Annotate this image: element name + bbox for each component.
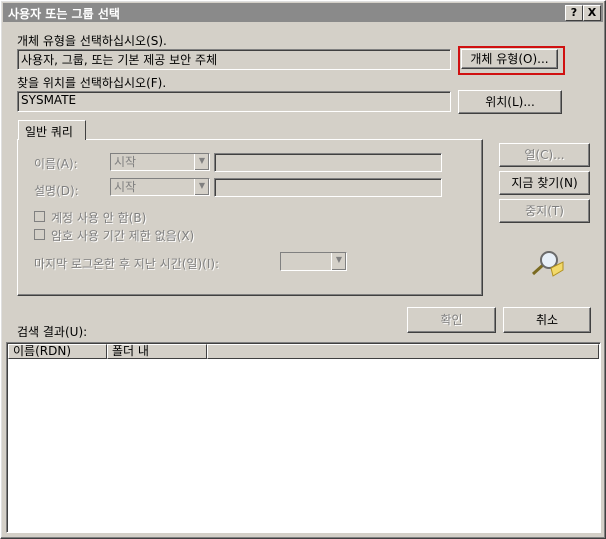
title-bar[interactable]: 사용자 또는 그룹 선택 ? X [3, 3, 603, 22]
magnifier-handle [531, 263, 545, 276]
name-input[interactable] [214, 153, 442, 172]
days-since-logon-combo[interactable]: ▼ [280, 252, 347, 271]
chevron-down-icon: ▼ [194, 179, 209, 195]
location-label: 찾을 위치를 선택하십시오(F). [17, 76, 167, 90]
name-label: 이름(A): [34, 157, 78, 171]
column-header-filler [207, 344, 599, 359]
window-title: 사용자 또는 그룹 선택 [8, 7, 120, 21]
ok-button[interactable]: 확인 [407, 307, 496, 333]
days-since-logon-label: 마지막 로그온한 후 지난 시간(일)(I): [34, 257, 220, 271]
search-results-list[interactable]: 이름(RDN) 폴더 내 [6, 342, 601, 533]
column-header-name[interactable]: 이름(RDN) [8, 344, 107, 359]
location-field: SYSMATE [17, 91, 451, 112]
non-expiring-password-checkbox[interactable] [34, 229, 45, 240]
description-input[interactable] [214, 178, 442, 197]
magnifier-lens [540, 251, 558, 269]
find-now-button[interactable]: 지금 찾기(N) [499, 171, 590, 195]
search-results-label: 검색 결과(U): [17, 325, 88, 339]
object-types-button[interactable]: 개체 유형(O)... [461, 49, 558, 69]
select-users-dialog: 사용자 또는 그룹 선택 ? X 개체 유형을 선택하십시오(S). 사용자, … [0, 0, 606, 539]
disabled-accounts-checkbox[interactable] [34, 211, 45, 222]
object-type-field: 사용자, 그룹, 또는 기본 제공 보안 주체 [17, 49, 451, 70]
tab-general-queries[interactable]: 일반 쿼리 [18, 120, 86, 140]
columns-button[interactable]: 열(C)... [499, 143, 590, 167]
search-animation-icon [531, 251, 564, 277]
chevron-down-icon: ▼ [194, 154, 209, 170]
non-expiring-password-label: 암호 사용 기간 제한 없음(X) [51, 229, 195, 243]
locations-button[interactable]: 위치(L)... [458, 90, 562, 114]
description-match-combo[interactable]: 시작 ▼ [110, 178, 210, 196]
description-label: 설명(D): [34, 184, 79, 198]
close-button[interactable]: X [583, 5, 601, 21]
column-header-folder[interactable]: 폴더 내 [107, 344, 207, 359]
disabled-accounts-label: 계정 사용 안 함(B) [51, 211, 147, 225]
chevron-down-icon: ▼ [331, 253, 346, 270]
help-button[interactable]: ? [565, 5, 583, 21]
cancel-button[interactable]: 취소 [503, 307, 591, 333]
stop-button[interactable]: 중지(T) [499, 199, 590, 223]
object-type-label: 개체 유형을 선택하십시오(S). [17, 34, 167, 48]
name-match-combo[interactable]: 시작 ▼ [110, 153, 210, 171]
description-match-value: 시작 [114, 180, 137, 194]
name-match-value: 시작 [114, 155, 137, 169]
